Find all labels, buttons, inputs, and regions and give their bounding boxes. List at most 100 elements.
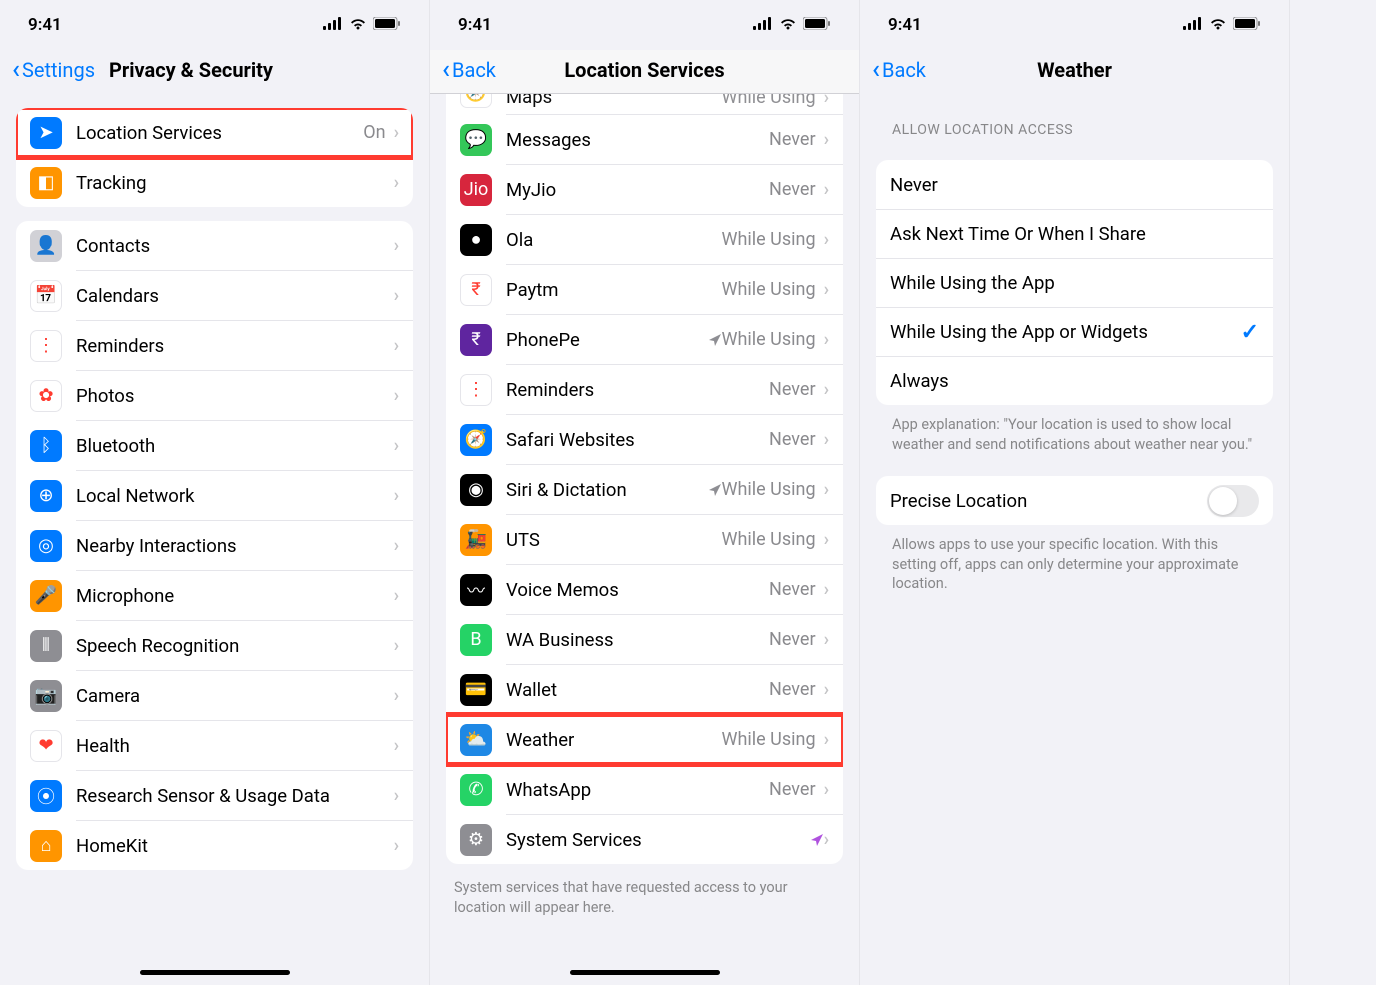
voice-memos-row[interactable]: 〰Voice MemosNever› <box>446 565 843 614</box>
opt-while-using-row[interactable]: While Using the App <box>876 258 1273 307</box>
ola-icon: ● <box>460 224 492 256</box>
cellular-icon <box>323 15 343 35</box>
uts-row[interactable]: 🚂UTSWhile Using› <box>446 515 843 564</box>
chevron-right-icon: › <box>824 129 829 150</box>
chevron-right-icon: › <box>824 229 829 250</box>
opt-while-widgets-row[interactable]: While Using the App or Widgets✓ <box>876 307 1273 356</box>
photos-label: Photos <box>76 385 394 407</box>
location-services-row[interactable]: ➤Location ServicesOn› <box>16 108 413 157</box>
status-indicators <box>753 15 831 35</box>
status-indicators <box>1183 15 1261 35</box>
weather-row[interactable]: ⛅WeatherWhile Using› <box>446 715 843 764</box>
siri-row[interactable]: ◉Siri & DictationWhile Using› <box>446 465 843 514</box>
wallet-row[interactable]: 💳WalletNever› <box>446 665 843 714</box>
chevron-right-icon: › <box>824 679 829 700</box>
opt-never-row[interactable]: Never <box>876 160 1273 209</box>
bluetooth-row[interactable]: ᛒBluetooth› <box>16 421 413 470</box>
chevron-right-icon: › <box>824 179 829 200</box>
homekit-label: HomeKit <box>76 835 394 857</box>
back-button[interactable]: ‹ Back <box>442 57 496 83</box>
reminders-row[interactable]: ⋮Reminders› <box>16 321 413 370</box>
ola-row[interactable]: ●OlaWhile Using› <box>446 215 843 264</box>
chevron-left-icon: ‹ <box>442 57 450 83</box>
opt-always-row[interactable]: Always <box>876 356 1273 405</box>
opt-ask-row[interactable]: Ask Next Time Or When I Share <box>876 209 1273 258</box>
reminders2-value: Never <box>769 379 816 400</box>
wa-business-row[interactable]: BWA BusinessNever› <box>446 615 843 664</box>
myjio-row[interactable]: JioMyJioNever› <box>446 165 843 214</box>
chevron-right-icon: › <box>394 285 399 306</box>
system-services-row[interactable]: ⚙System Services› <box>446 815 843 864</box>
nav-bar: ‹ Back Weather <box>860 50 1289 94</box>
voice-memos-value: Never <box>769 579 816 600</box>
home-indicator[interactable] <box>570 970 720 975</box>
home-indicator[interactable] <box>140 970 290 975</box>
precise-footer: Allows apps to use your specific locatio… <box>892 535 1257 594</box>
status-bar: 9:41 <box>430 0 859 50</box>
opt-always-label: Always <box>890 370 1259 392</box>
contacts-label: Contacts <box>76 235 394 257</box>
reminders-label: Reminders <box>76 335 394 357</box>
camera-row[interactable]: 📷Camera› <box>16 671 413 720</box>
homekit-row[interactable]: ⌂HomeKit› <box>16 821 413 870</box>
safari-icon: 🧭 <box>460 424 492 456</box>
reminders-icon: ⋮ <box>460 374 492 406</box>
speech-row[interactable]: ⦀Speech Recognition› <box>16 621 413 670</box>
calendars-row[interactable]: 📅Calendars› <box>16 271 413 320</box>
research-label: Research Sensor & Usage Data <box>76 785 394 807</box>
chevron-left-icon: ‹ <box>872 57 880 83</box>
microphone-icon: 🎤 <box>30 580 62 612</box>
chevron-right-icon: › <box>394 385 399 406</box>
safari-label: Safari Websites <box>506 429 769 451</box>
apps-list: 🧭MapsWhile Using›💬MessagesNever›JioMyJio… <box>446 94 843 864</box>
photos-row[interactable]: ✿ Photos› <box>16 371 413 420</box>
contacts-row[interactable]: 👤Contacts› <box>16 221 413 270</box>
maps-row[interactable]: 🧭MapsWhile Using› <box>446 94 843 114</box>
chevron-right-icon: › <box>824 579 829 600</box>
contacts-icon: 👤 <box>30 230 62 262</box>
chevron-right-icon: › <box>394 785 399 806</box>
nearby-interactions-row[interactable]: ◎Nearby Interactions› <box>16 521 413 570</box>
microphone-row[interactable]: 🎤Microphone› <box>16 571 413 620</box>
location-arrow-icon <box>708 483 722 497</box>
wifi-icon <box>779 15 797 35</box>
back-button[interactable]: ‹ Back <box>872 57 926 83</box>
phonepe-row[interactable]: ₹PhonePeWhile Using› <box>446 315 843 364</box>
phonepe-value: While Using <box>722 329 816 350</box>
back-button[interactable]: ‹ Settings <box>12 57 95 83</box>
back-label: Back <box>882 58 926 82</box>
tracking-row[interactable]: ◧Tracking› <box>16 158 413 207</box>
microphone-label: Microphone <box>76 585 394 607</box>
reminders2-row[interactable]: ⋮RemindersNever› <box>446 365 843 414</box>
chevron-right-icon: › <box>824 829 829 850</box>
messages-label: Messages <box>506 129 769 151</box>
health-icon: ❤ <box>30 730 62 762</box>
ola-label: Ola <box>506 229 722 251</box>
voicememos-icon: 〰 <box>460 574 492 606</box>
tracking-label: Tracking <box>76 172 394 194</box>
whatsapp-row[interactable]: ✆WhatsAppNever› <box>446 765 843 814</box>
nav-bar: ‹ Back Location Services <box>430 50 859 94</box>
precise-location-row[interactable]: Precise Location <box>876 476 1273 525</box>
location-services-label: Location Services <box>76 122 363 144</box>
chevron-right-icon: › <box>394 835 399 856</box>
camera-label: Camera <box>76 685 394 707</box>
research-icon: ⦿ <box>30 780 62 812</box>
chevron-right-icon: › <box>824 379 829 400</box>
section-header-access: ALLOW LOCATION ACCESS <box>892 122 1257 138</box>
page-title: Location Services <box>564 58 724 82</box>
health-row[interactable]: ❤Health› <box>16 721 413 770</box>
footer-text: System services that have requested acce… <box>454 878 835 917</box>
photos-icon: ✿ <box>30 380 62 412</box>
precise-location-toggle[interactable] <box>1207 485 1259 517</box>
messages-row[interactable]: 💬MessagesNever› <box>446 115 843 164</box>
research-row[interactable]: ⦿ Research Sensor & Usage Data› <box>16 771 413 820</box>
uts-label: UTS <box>506 529 722 551</box>
safari-value: Never <box>769 429 816 450</box>
safari-row[interactable]: 🧭Safari WebsitesNever› <box>446 415 843 464</box>
maps-label: Maps <box>506 94 722 108</box>
weather-value: While Using <box>722 729 816 750</box>
chevron-right-icon: › <box>394 685 399 706</box>
paytm-row[interactable]: ₹PaytmWhile Using› <box>446 265 843 314</box>
local-network-row[interactable]: ⊕Local Network› <box>16 471 413 520</box>
